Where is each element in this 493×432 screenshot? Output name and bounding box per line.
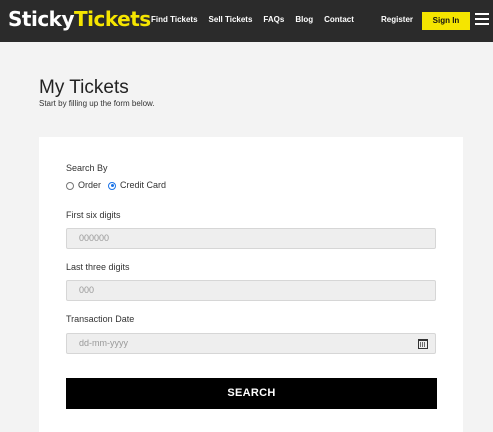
first-six-digits-input[interactable]: 000000: [66, 228, 436, 249]
radio-credit-card-label[interactable]: Credit Card: [120, 180, 166, 191]
register-link[interactable]: Register: [381, 14, 413, 26]
page-title: My Tickets: [39, 77, 129, 98]
sign-in-button[interactable]: Sign In: [422, 12, 470, 30]
calendar-icon[interactable]: [418, 339, 428, 349]
search-button[interactable]: SEARCH: [66, 378, 437, 409]
transaction-date-label: Transaction Date: [66, 314, 135, 324]
radio-order[interactable]: [66, 181, 74, 190]
transaction-date-input[interactable]: dd-mm-yyyy: [66, 333, 436, 354]
sticky-tickets-logo[interactable]: StickyTickets: [8, 6, 151, 32]
radio-credit-card[interactable]: [108, 181, 117, 190]
top-navbar: StickyTickets Find Tickets Sell Tickets …: [0, 0, 493, 42]
nav-faqs[interactable]: FAQs: [263, 14, 284, 26]
main-nav: Find Tickets Sell Tickets FAQs Blog Cont…: [151, 14, 365, 26]
logo-text-sticky: Sticky: [8, 7, 75, 31]
nav-contact[interactable]: Contact: [324, 14, 354, 26]
nav-blog[interactable]: Blog: [295, 14, 313, 26]
last-three-digits-label: Last three digits: [66, 262, 130, 272]
ticket-search-form: Search By Order Credit Card First six di…: [39, 137, 463, 432]
nav-find-tickets[interactable]: Find Tickets: [151, 14, 198, 26]
search-by-options: Order Credit Card: [66, 180, 173, 191]
first-six-digits-label: First six digits: [66, 210, 121, 220]
transaction-date-placeholder: dd-mm-yyyy: [79, 338, 128, 348]
page-subtitle: Start by filling up the form below.: [39, 99, 155, 108]
last-three-digits-input[interactable]: 000: [66, 280, 436, 301]
radio-order-label[interactable]: Order: [78, 180, 101, 191]
logo-text-tickets: Tickets: [74, 7, 151, 31]
nav-sell-tickets[interactable]: Sell Tickets: [209, 14, 253, 26]
search-by-label: Search By: [66, 163, 108, 173]
hamburger-menu-icon[interactable]: [475, 13, 489, 26]
